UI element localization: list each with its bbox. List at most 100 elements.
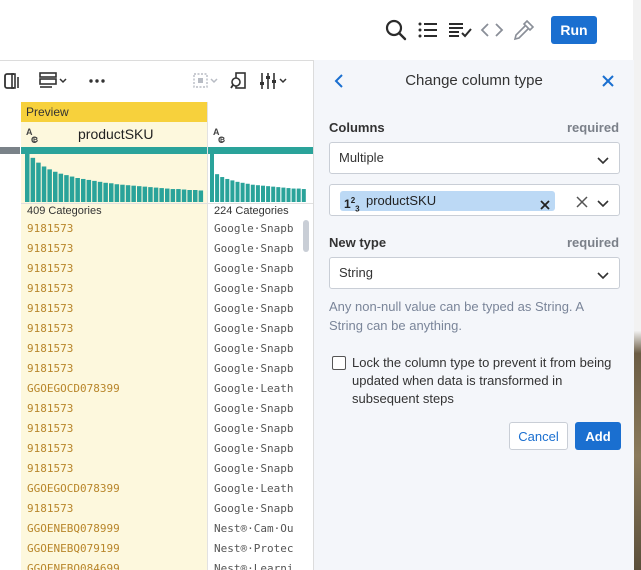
histogram-bar[interactable]: [266, 186, 271, 202]
histogram-bar[interactable]: [170, 189, 176, 202]
table-cell-productsku[interactable]: 9181573: [27, 459, 205, 479]
chevron-down-icon[interactable]: [597, 196, 609, 214]
histogram-bar[interactable]: [276, 187, 281, 202]
histogram-bar[interactable]: [125, 185, 131, 202]
table-cell-b[interactable]: Google·Snapb: [214, 399, 306, 419]
columns-mode-select[interactable]: Multiple: [329, 142, 620, 174]
table-cell-productsku[interactable]: 9181573: [27, 499, 205, 519]
table-cell-productsku[interactable]: 9181573: [27, 239, 205, 259]
histogram-bar[interactable]: [97, 181, 103, 202]
run-button[interactable]: Run: [551, 16, 597, 44]
column-chip-productsku[interactable]: 123 productSKU: [340, 191, 555, 213]
table-cell-b[interactable]: Google·Snapb: [214, 239, 306, 259]
table-cell-b[interactable]: Google·Snapb: [214, 459, 306, 479]
histogram-bar[interactable]: [193, 190, 198, 202]
table-cell-productsku[interactable]: GGOENEBQ084699: [27, 559, 205, 570]
table-cell-b[interactable]: Nest®·Learni: [214, 559, 306, 570]
table-cell-productsku[interactable]: 9181573: [27, 419, 205, 439]
histogram-bar[interactable]: [296, 188, 301, 202]
histogram-bar[interactable]: [131, 185, 136, 202]
histogram-bar[interactable]: [114, 184, 120, 202]
table-cell-b[interactable]: Nest®·Cam·Ou: [214, 519, 306, 539]
clear-icon[interactable]: [576, 195, 588, 213]
new-type-select[interactable]: String: [329, 257, 620, 289]
histogram-bar[interactable]: [81, 178, 86, 202]
table-cell-b[interactable]: Google·Snapb: [214, 259, 306, 279]
histogram-bar[interactable]: [187, 190, 192, 202]
table-cell-b[interactable]: Google·Leath: [214, 379, 306, 399]
histogram-bar[interactable]: [103, 182, 108, 202]
table-cell-productsku[interactable]: GGOEGOCD078399: [27, 379, 205, 399]
histogram-bar[interactable]: [137, 186, 142, 202]
histogram-bar[interactable]: [64, 175, 69, 202]
histogram-a[interactable]: [25, 154, 205, 202]
table-cell-b[interactable]: Google·Snapb: [214, 219, 306, 239]
table-cell-productsku[interactable]: 9181573: [27, 319, 205, 339]
table-cell-productsku[interactable]: 9181573: [27, 339, 205, 359]
lock-type-checkbox[interactable]: [332, 356, 346, 370]
histogram-bar[interactable]: [271, 186, 276, 202]
table-cell-b[interactable]: Google·Leath: [214, 479, 306, 499]
histogram-bar[interactable]: [109, 183, 114, 202]
search-icon[interactable]: [382, 16, 410, 44]
histogram-bar[interactable]: [69, 176, 75, 202]
histogram-bar[interactable]: [176, 189, 181, 202]
histogram-bar[interactable]: [198, 190, 204, 202]
table-cell-b[interactable]: Google·Snapb: [214, 339, 306, 359]
checklist-icon[interactable]: [446, 16, 474, 44]
histogram-bar[interactable]: [261, 185, 265, 202]
histogram-bar[interactable]: [210, 154, 214, 202]
table-cell-b[interactable]: Google·Snapb: [214, 419, 306, 439]
histogram-bar[interactable]: [281, 187, 286, 202]
filter-settings-icon[interactable]: [258, 70, 290, 92]
table-cell-productsku[interactable]: GGOEGOCD078399: [27, 479, 205, 499]
histogram-bar[interactable]: [30, 157, 36, 202]
cancel-button[interactable]: Cancel: [509, 422, 568, 450]
histogram-bar[interactable]: [301, 189, 306, 202]
table-cell-b[interactable]: Google·Snapb: [214, 299, 306, 319]
histogram-bar[interactable]: [153, 187, 159, 202]
table-cell-b[interactable]: Nest®·Protec: [214, 539, 306, 559]
histogram-bar[interactable]: [225, 178, 230, 202]
histogram-bar[interactable]: [36, 162, 41, 202]
histogram-bar[interactable]: [47, 169, 52, 202]
column-header[interactable]: A C B productSKU: [21, 122, 207, 147]
histogram-bar[interactable]: [215, 174, 220, 202]
table-cell-productsku[interactable]: 9181573: [27, 359, 205, 379]
list-icon[interactable]: [414, 16, 442, 44]
histogram-bar[interactable]: [245, 183, 250, 202]
table-cell-b[interactable]: Google·Snapb: [214, 279, 306, 299]
panel-toggle-icon[interactable]: [4, 70, 22, 92]
select-dropdown-icon[interactable]: [192, 70, 220, 92]
histogram-bar[interactable]: [86, 179, 92, 202]
table-cell-productsku[interactable]: 9181573: [27, 299, 205, 319]
close-icon[interactable]: [601, 74, 615, 93]
column-search-icon[interactable]: [230, 70, 252, 92]
histogram-bar[interactable]: [53, 171, 58, 202]
histogram-bar[interactable]: [120, 184, 125, 202]
chip-remove-icon[interactable]: [540, 196, 550, 216]
histogram-bar[interactable]: [58, 173, 64, 202]
histogram-bar[interactable]: [25, 154, 30, 202]
histogram-bar[interactable]: [220, 177, 225, 202]
table-cell-b[interactable]: Google·Snapb: [214, 319, 306, 339]
more-icon[interactable]: [88, 70, 106, 92]
column-header-b[interactable]: A C B: [208, 122, 313, 147]
histogram-bar[interactable]: [148, 187, 153, 202]
table-cell-productsku[interactable]: 9181573: [27, 439, 205, 459]
histogram-b[interactable]: [210, 154, 310, 202]
columns-multiselect[interactable]: 123 productSKU: [329, 184, 620, 216]
table-cell-b[interactable]: Google·Snapb: [214, 359, 306, 379]
table-cell-productsku[interactable]: 9181573: [27, 219, 205, 239]
table-cell-b[interactable]: Google·Snapb: [214, 499, 306, 519]
lock-type-label[interactable]: Lock the column type to prevent it from …: [352, 354, 622, 408]
histogram-bar[interactable]: [250, 184, 255, 202]
histogram-bar[interactable]: [181, 189, 187, 202]
code-icon[interactable]: [478, 16, 506, 44]
table-cell-b[interactable]: Google·Snapb: [214, 439, 306, 459]
histogram-bar[interactable]: [235, 181, 240, 202]
histogram-bar[interactable]: [142, 186, 148, 202]
table-cell-productsku[interactable]: GGOENEBQ078999: [27, 519, 205, 539]
histogram-bar[interactable]: [255, 185, 260, 202]
histogram-bar[interactable]: [41, 166, 47, 202]
